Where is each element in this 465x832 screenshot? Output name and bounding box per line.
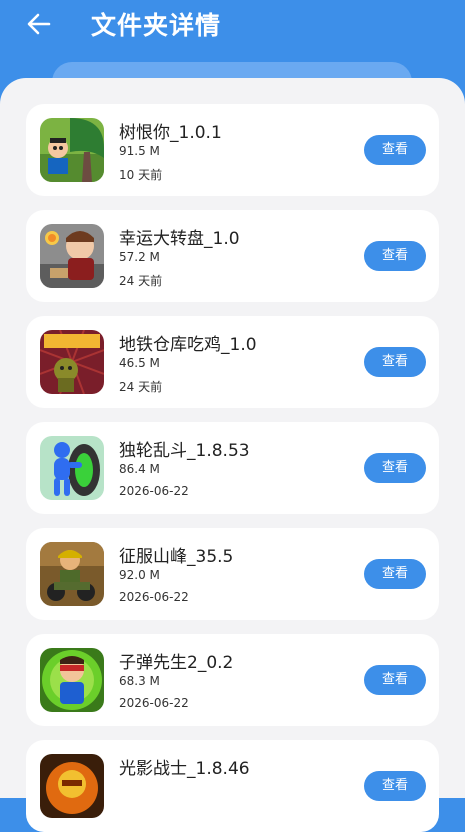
- page-title: 文件夹详情: [91, 11, 222, 40]
- view-button[interactable]: 查看: [364, 771, 426, 801]
- unicycle-brawl-game-icon: [40, 436, 104, 500]
- mr-bullet-game-icon: [40, 648, 104, 712]
- view-button[interactable]: 查看: [364, 665, 426, 695]
- file-size: 46.5 M: [119, 356, 160, 370]
- arrow-left-icon: [27, 13, 51, 35]
- file-size: 91.5 M: [119, 144, 160, 158]
- file-date: 24 天前: [119, 274, 163, 288]
- file-card[interactable]: 征服山峰_35.5 92.0 M 2026-06-22 查看: [26, 528, 439, 620]
- file-date: 24 天前: [119, 380, 163, 394]
- light-warrior-game-icon: [40, 754, 104, 818]
- file-date: 2026-06-22: [119, 590, 189, 604]
- file-size: 86.4 M: [119, 462, 160, 476]
- view-button[interactable]: 查看: [364, 241, 426, 271]
- file-date: 2026-06-22: [119, 696, 189, 710]
- file-card[interactable]: 地铁仓库吃鸡_1.0 46.5 M 24 天前 查看: [26, 316, 439, 408]
- file-card[interactable]: 树恨你_1.0.1 91.5 M 10 天前 查看: [26, 104, 439, 196]
- mountain-climb-game-icon: [40, 542, 104, 606]
- lucky-wheel-game-icon: [40, 224, 104, 288]
- file-name: 子弹先生2_0.2: [119, 653, 234, 673]
- file-card[interactable]: 独轮乱斗_1.8.53 86.4 M 2026-06-22 查看: [26, 422, 439, 514]
- file-date: 2026-06-22: [119, 484, 189, 498]
- view-button[interactable]: 查看: [364, 453, 426, 483]
- trees-hate-you-game-icon: [40, 118, 104, 182]
- subway-warehouse-game-icon: [40, 330, 104, 394]
- view-button[interactable]: 查看: [364, 347, 426, 377]
- file-size: 92.0 M: [119, 568, 160, 582]
- back-button[interactable]: [22, 10, 56, 38]
- file-card[interactable]: 光影战士_1.8.46 查看: [26, 740, 439, 832]
- file-card[interactable]: 幸运大转盘_1.0 57.2 M 24 天前 查看: [26, 210, 439, 302]
- file-name: 征服山峰_35.5: [119, 547, 234, 567]
- file-size: 57.2 M: [119, 250, 160, 264]
- file-date: 10 天前: [119, 168, 163, 182]
- file-name: 幸运大转盘_1.0: [119, 229, 240, 249]
- view-button[interactable]: 查看: [364, 559, 426, 589]
- file-name: 地铁仓库吃鸡_1.0: [119, 335, 257, 355]
- file-name: 光影战士_1.8.46: [119, 759, 250, 779]
- file-name: 树恨你_1.0.1: [119, 123, 222, 143]
- file-name: 独轮乱斗_1.8.53: [119, 441, 250, 461]
- file-card[interactable]: 子弹先生2_0.2 68.3 M 2026-06-22 查看: [26, 634, 439, 726]
- view-button[interactable]: 查看: [364, 135, 426, 165]
- file-size: 68.3 M: [119, 674, 160, 688]
